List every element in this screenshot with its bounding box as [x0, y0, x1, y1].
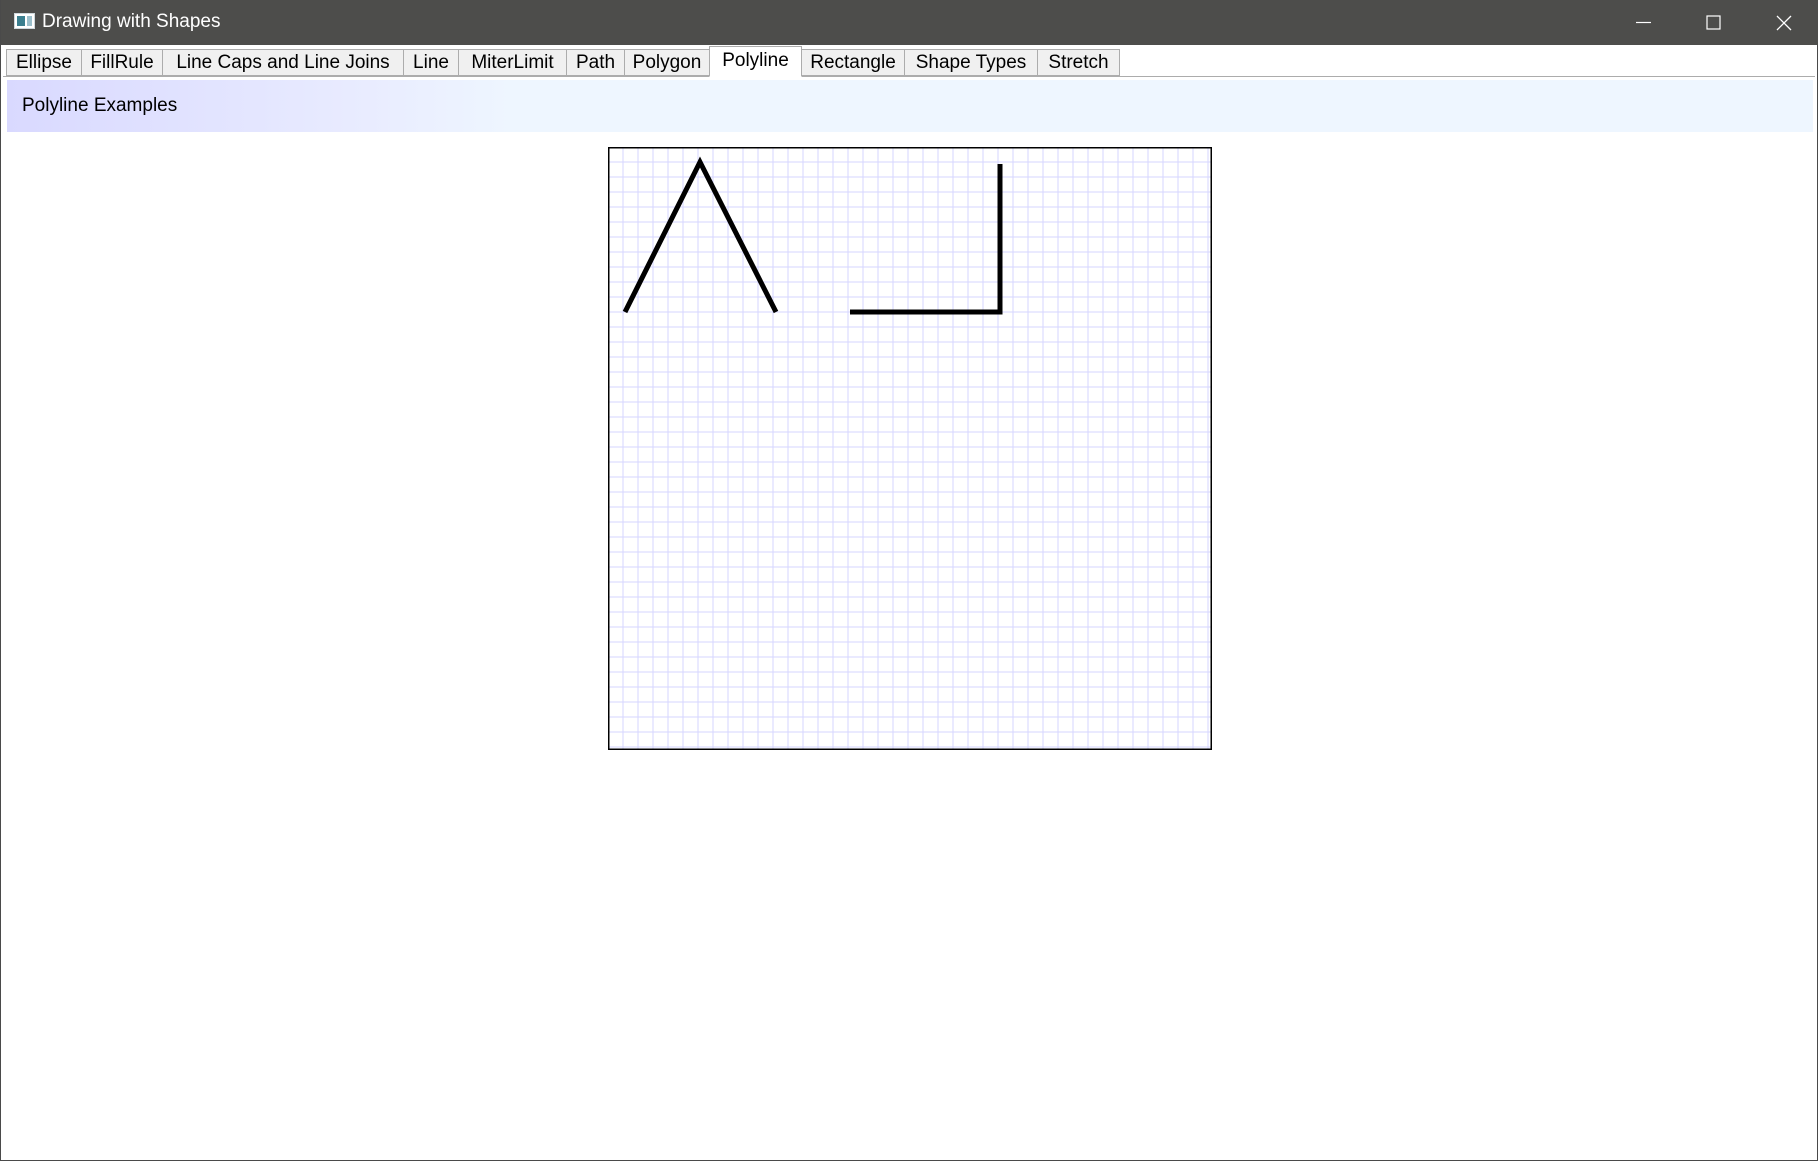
tab-rectangle[interactable]: Rectangle	[801, 49, 905, 76]
app-window: Drawing with Shapes Ellipse FillRule Lin…	[0, 0, 1818, 1161]
tab-path[interactable]: Path	[566, 49, 625, 76]
tab-fillrule[interactable]: FillRule	[81, 49, 163, 76]
minimize-icon	[1636, 21, 1651, 24]
window-title: Drawing with Shapes	[42, 11, 221, 32]
maximize-icon	[1706, 15, 1721, 30]
app-window-icon	[14, 13, 35, 29]
tab-shape-types[interactable]: Shape Types	[904, 49, 1038, 76]
tab-miterlimit[interactable]: MiterLimit	[458, 49, 567, 76]
tab-stretch[interactable]: Stretch	[1037, 49, 1120, 76]
tab-ellipse[interactable]: Ellipse	[6, 49, 82, 76]
section-title: Polyline Examples	[22, 95, 178, 116]
minimize-button[interactable]	[1609, 0, 1679, 45]
tab-line-caps-and-line-joins[interactable]: Line Caps and Line Joins	[162, 49, 404, 76]
close-button[interactable]	[1749, 0, 1818, 45]
grid-canvas	[608, 147, 1212, 750]
section-header: Polyline Examples	[7, 80, 1813, 132]
title-bar[interactable]: Drawing with Shapes	[1, 0, 1818, 45]
maximize-button[interactable]	[1679, 0, 1749, 45]
close-icon	[1776, 15, 1792, 31]
tab-polyline[interactable]: Polyline	[709, 46, 802, 77]
tab-line[interactable]: Line	[403, 49, 459, 76]
tab-polygon[interactable]: Polygon	[624, 49, 710, 76]
tab-strip-border	[3, 76, 1815, 77]
drawing-canvas	[608, 147, 1212, 750]
